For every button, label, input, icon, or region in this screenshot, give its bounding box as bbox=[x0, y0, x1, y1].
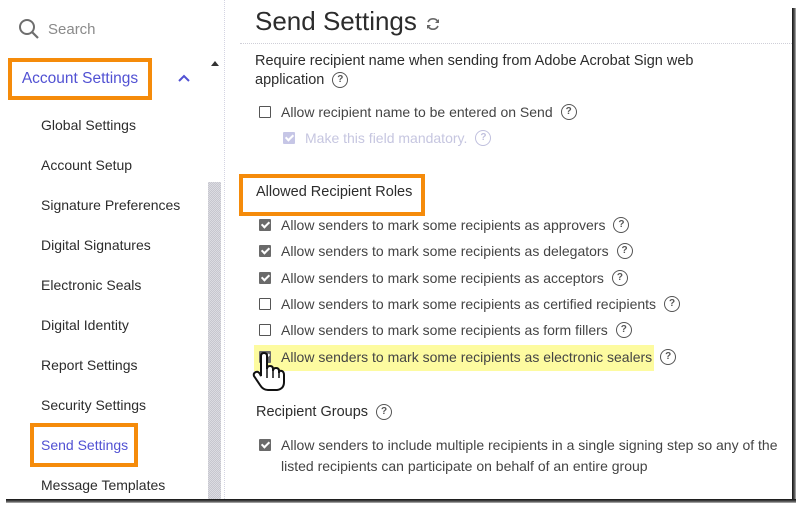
sidebar-item-account-setup[interactable]: Account Setup bbox=[41, 157, 132, 173]
chevron-up-icon[interactable] bbox=[176, 70, 192, 86]
sidebar-item-digital-signatures[interactable]: Digital Signatures bbox=[41, 237, 151, 253]
checkbox-row[interactable]: Allow senders to mark some recipients as… bbox=[259, 322, 632, 338]
help-icon[interactable]: ? bbox=[332, 72, 349, 89]
divider bbox=[224, 0, 226, 499]
page-title-text: Send Settings bbox=[255, 6, 417, 36]
search-box[interactable]: Search bbox=[18, 18, 96, 40]
search-icon bbox=[19, 19, 39, 39]
sidebar-item-signature-preferences[interactable]: Signature Preferences bbox=[41, 197, 180, 213]
header-divider bbox=[240, 43, 792, 44]
refresh-icon[interactable] bbox=[425, 16, 441, 32]
checkbox-label: Allow senders to mark some recipients as… bbox=[281, 270, 604, 286]
sidebar-item-report-settings[interactable]: Report Settings bbox=[41, 357, 138, 373]
checkbox-row[interactable]: Allow senders to mark some recipients as… bbox=[259, 243, 633, 259]
checkbox-row[interactable]: Allow senders to mark some recipients as… bbox=[259, 296, 681, 312]
checkbox-label: Allow senders to mark some recipients as… bbox=[281, 243, 609, 259]
help-icon[interactable]: ? bbox=[376, 404, 393, 421]
checkbox-row[interactable]: Allow senders to mark some recipients as… bbox=[259, 217, 630, 233]
checkbox-label: Allow recipient name to be entered on Se… bbox=[281, 104, 553, 120]
window-shadow bbox=[6, 499, 796, 503]
help-icon[interactable]: ? bbox=[664, 296, 681, 312]
page-title: Send Settings bbox=[255, 6, 441, 37]
checkbox-label: Allow senders to mark some recipients as… bbox=[281, 322, 608, 338]
sidebar-item-security-settings[interactable]: Security Settings bbox=[41, 397, 146, 413]
checkbox[interactable] bbox=[259, 106, 271, 118]
app-frame: Search Account Settings Global Settings … bbox=[0, 0, 792, 499]
section-heading-require-name: Require recipient name when sending from… bbox=[255, 52, 725, 90]
section-heading-groups: Recipient Groups? bbox=[256, 403, 393, 422]
checkbox-row[interactable]: Allow senders to mark some recipients as… bbox=[259, 270, 628, 286]
checkbox-row[interactable]: Allow recipient name to be entered on Se… bbox=[259, 104, 577, 120]
checkbox-label: Allow senders to mark some recipients as… bbox=[281, 349, 653, 365]
help-icon[interactable]: ? bbox=[613, 217, 630, 233]
help-icon[interactable]: ? bbox=[560, 104, 577, 120]
checkbox-row[interactable]: Allow senders to include multiple recipi… bbox=[259, 435, 786, 477]
sidebar-item-message-templates[interactable]: Message Templates bbox=[41, 477, 165, 493]
sidebar-item-electronic-seals[interactable]: Electronic Seals bbox=[41, 277, 141, 293]
window-shadow bbox=[792, 8, 796, 503]
sidebar-scrollbar[interactable] bbox=[208, 182, 221, 499]
checkbox bbox=[283, 132, 295, 144]
sidebar-section-account-settings[interactable]: Account Settings bbox=[8, 58, 152, 100]
hand-cursor-icon bbox=[252, 352, 285, 391]
section-heading-text: Require recipient name when sending from… bbox=[255, 53, 694, 88]
checkbox-label: Allow senders to mark some recipients as… bbox=[281, 217, 606, 233]
checkbox-label: Allow senders to include multiple recipi… bbox=[281, 437, 778, 474]
section-heading-roles: Allowed Recipient Roles bbox=[256, 184, 413, 200]
checkbox[interactable] bbox=[259, 272, 271, 284]
sidebar-item-send-settings[interactable]: Send Settings bbox=[41, 437, 128, 453]
help-icon: ? bbox=[475, 130, 492, 146]
help-icon[interactable]: ? bbox=[611, 270, 628, 286]
section-heading-text: Recipient Groups bbox=[256, 404, 369, 420]
checkbox[interactable] bbox=[259, 245, 271, 257]
checkbox[interactable] bbox=[259, 298, 271, 310]
checkbox-label: Allow senders to mark some recipients as… bbox=[281, 296, 657, 312]
checkbox[interactable] bbox=[259, 439, 271, 451]
checkbox[interactable] bbox=[259, 219, 271, 231]
sidebar-item-global-settings[interactable]: Global Settings bbox=[41, 117, 136, 133]
search-input[interactable]: Search bbox=[48, 21, 96, 38]
checkbox-row-highlighted[interactable]: Allow senders to mark some recipients as… bbox=[259, 349, 677, 365]
sidebar-section-label: Account Settings bbox=[21, 70, 139, 87]
sidebar: Search Account Settings Global Settings … bbox=[0, 0, 222, 499]
checkbox-label: Make this field mandatory. bbox=[305, 130, 468, 146]
help-icon[interactable]: ? bbox=[615, 322, 632, 338]
checkbox-row-disabled: Make this field mandatory. ? bbox=[283, 130, 492, 146]
sidebar-item-digital-identity[interactable]: Digital Identity bbox=[41, 317, 129, 333]
scroll-up-arrow[interactable] bbox=[211, 61, 219, 66]
help-icon[interactable]: ? bbox=[660, 349, 677, 365]
help-icon[interactable]: ? bbox=[616, 243, 633, 259]
checkbox[interactable] bbox=[259, 324, 271, 336]
